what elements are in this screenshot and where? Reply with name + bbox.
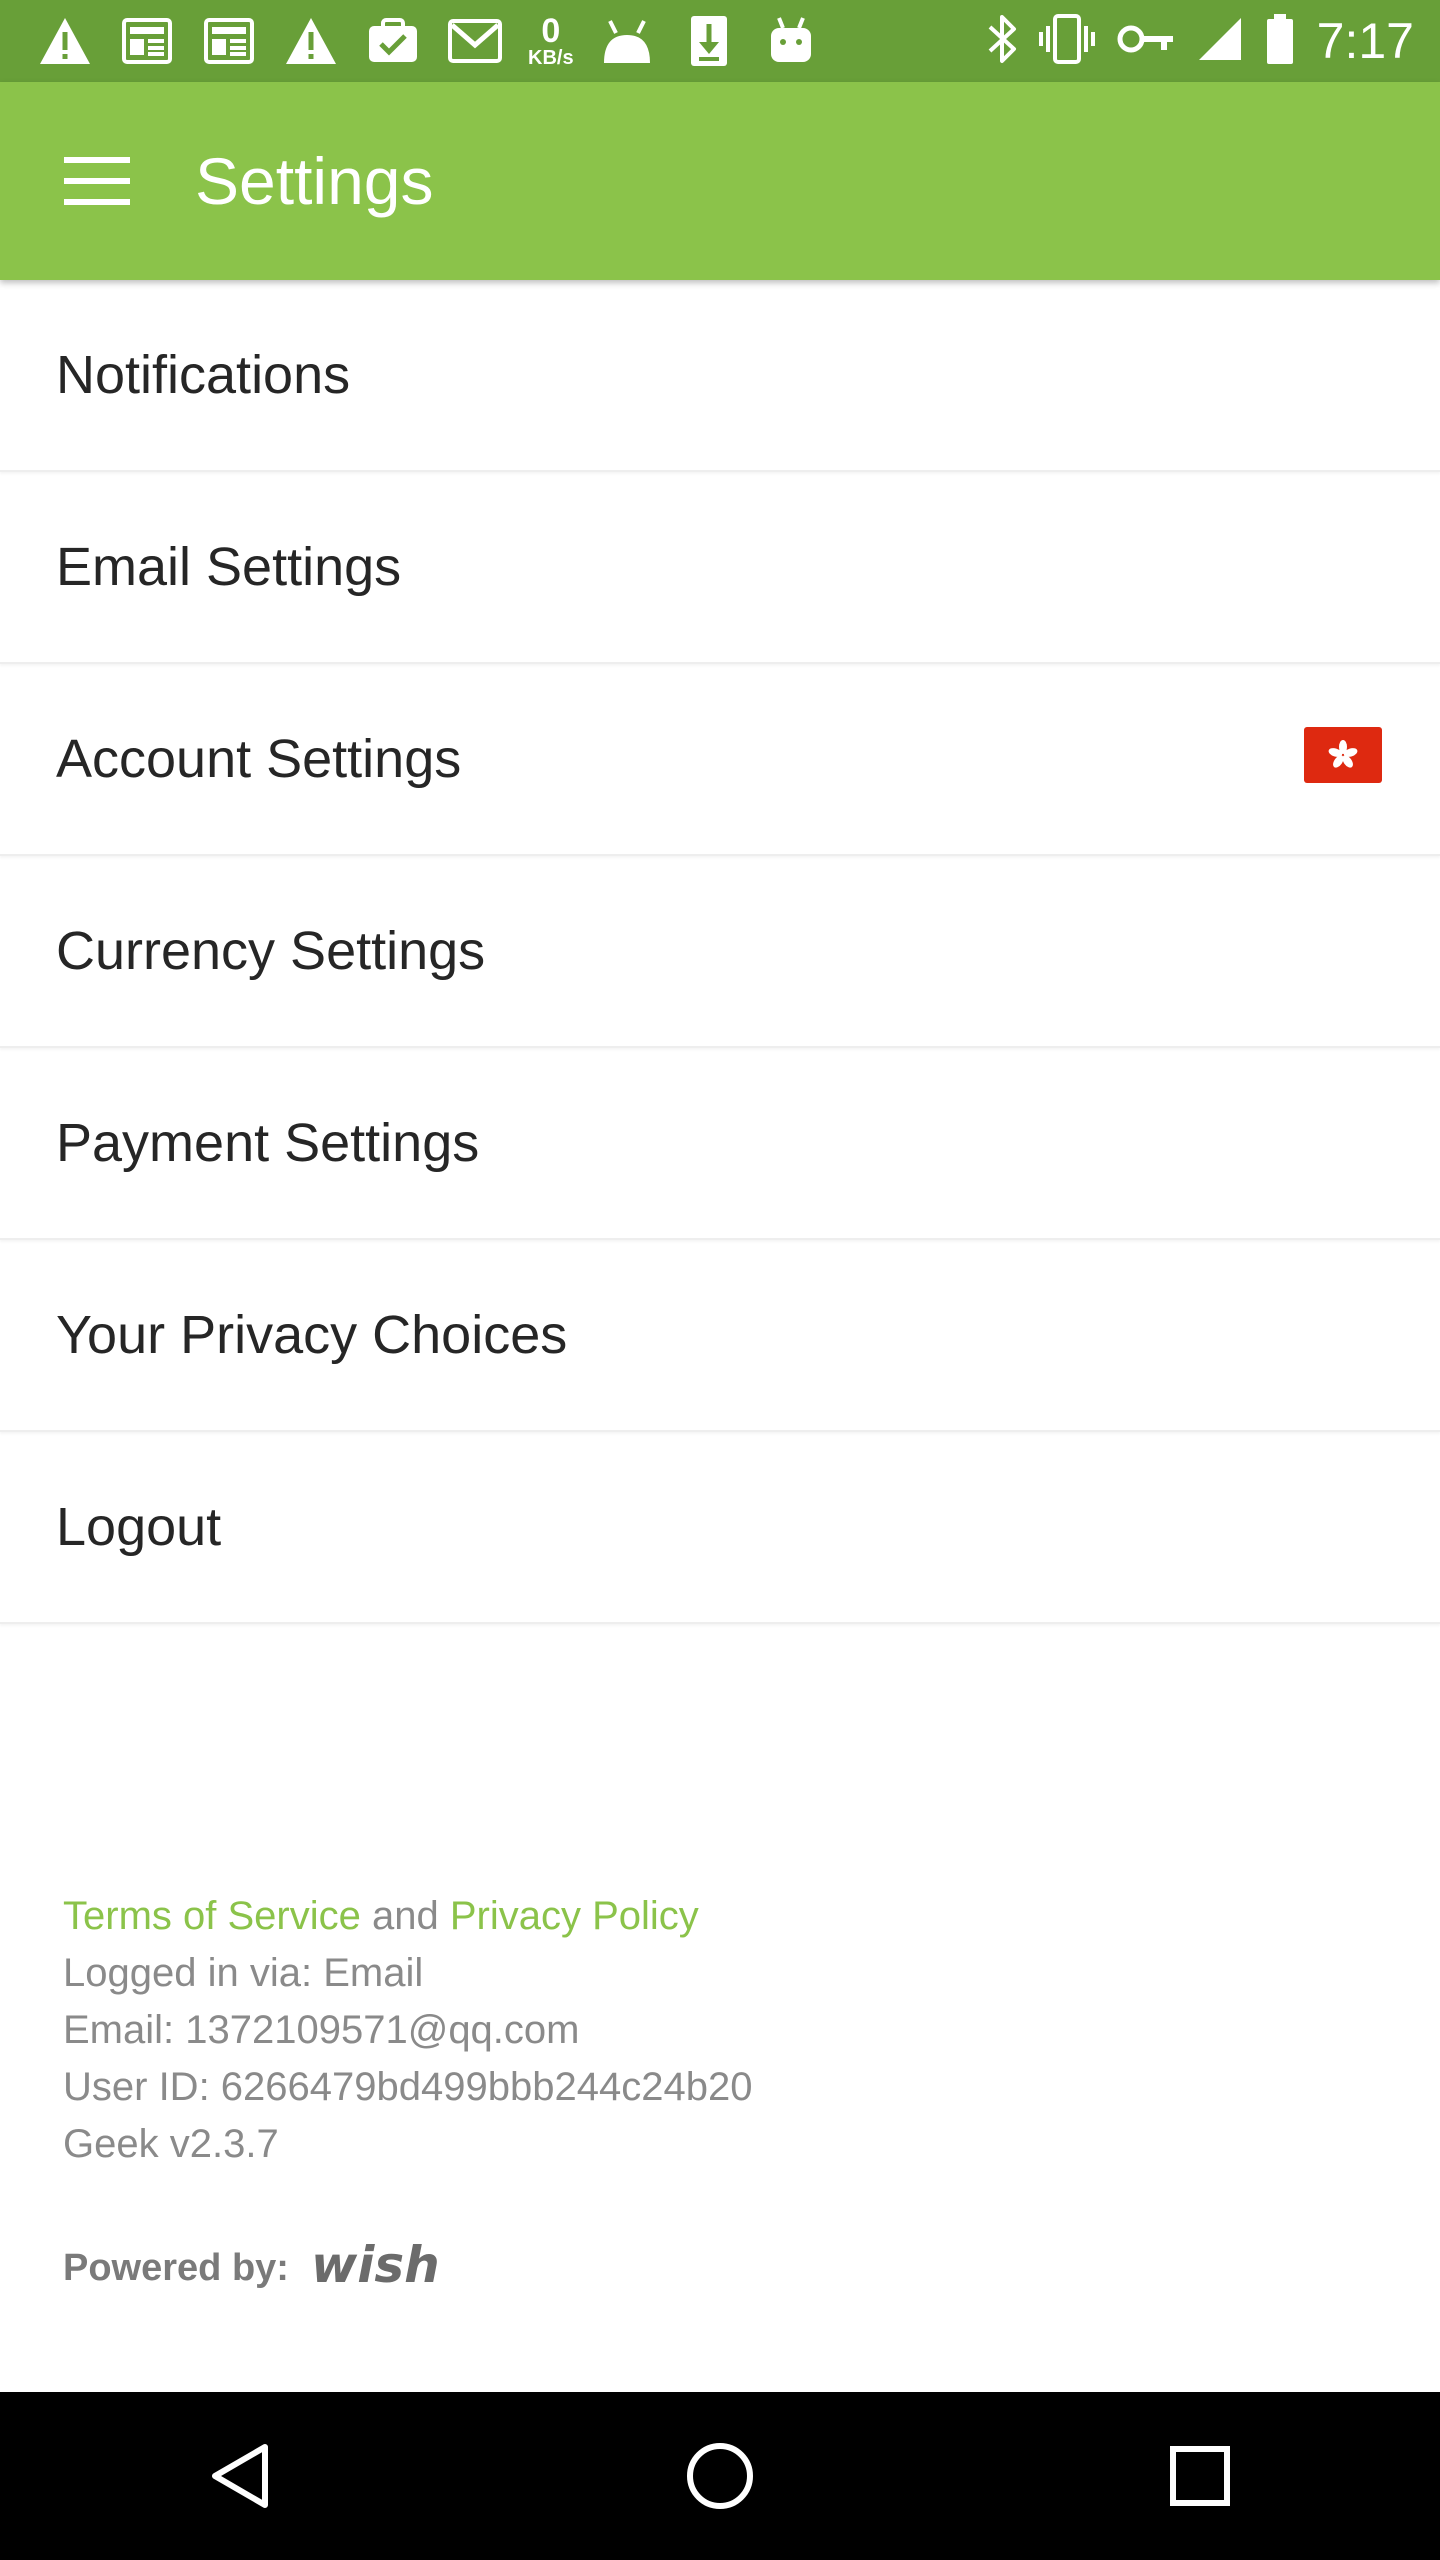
news-icon (200, 12, 258, 70)
home-circle-icon[interactable] (660, 2416, 780, 2536)
account-email: Email: 1372109571@qq.com (63, 2008, 580, 2052)
settings-item-currency[interactable]: Currency Settings (0, 856, 1440, 1048)
notification-icons: 0 KB/s (36, 12, 820, 70)
settings-item-label: Currency Settings (56, 921, 486, 981)
bluetooth-icon (987, 13, 1017, 70)
android-icon (598, 12, 656, 70)
warning-icon (36, 12, 94, 70)
speed-unit: KB/s (528, 47, 574, 69)
download-icon (680, 12, 738, 70)
speed-indicator: 0 KB/s (528, 14, 574, 68)
user-id: User ID: 6266479bd499bbb244c24b20 (63, 2065, 753, 2109)
key-icon (1117, 22, 1175, 61)
speed-value: 0 (541, 12, 561, 50)
android-icon (762, 12, 820, 70)
settings-item-label: Email Settings (56, 537, 402, 597)
settings-item-privacy-choices[interactable]: Your Privacy Choices (0, 1240, 1440, 1432)
app-bar: Settings (0, 82, 1440, 280)
and-text: and (360, 1894, 450, 1938)
news-icon (118, 12, 176, 70)
settings-list: Notifications Email Settings Account Set… (0, 280, 1440, 1624)
settings-item-label: Payment Settings (56, 1113, 480, 1173)
settings-item-notifications[interactable]: Notifications (0, 280, 1440, 472)
settings-item-label: Logout (56, 1497, 222, 1557)
settings-item-label: Account Settings (56, 729, 462, 789)
powered-by-label: Powered by: (63, 2247, 289, 2289)
warning-icon (282, 12, 340, 70)
status-bar: 0 KB/s 7:17 (0, 0, 1440, 82)
wish-logo: wish (309, 2236, 449, 2297)
vibrate-icon (1038, 13, 1095, 69)
hamburger-menu-icon[interactable] (47, 131, 147, 231)
settings-item-label: Your Privacy Choices (56, 1305, 568, 1365)
settings-item-label: Notifications (56, 345, 351, 405)
system-status-icons: 7:17 (987, 12, 1414, 71)
signal-icon (1197, 16, 1243, 67)
recents-square-icon[interactable] (1140, 2416, 1260, 2536)
clock: 7:17 (1316, 13, 1414, 69)
system-nav-bar (0, 2392, 1440, 2560)
settings-item-payment[interactable]: Payment Settings (0, 1048, 1440, 1240)
svg-text:wish: wish (311, 2240, 440, 2292)
privacy-policy-link[interactable]: Privacy Policy (450, 1894, 699, 1938)
back-triangle-icon[interactable] (180, 2416, 300, 2536)
gmail-icon (446, 12, 504, 70)
terms-of-service-link[interactable]: Terms of Service (63, 1894, 361, 1938)
settings-item-logout[interactable]: Logout (0, 1432, 1440, 1624)
logged-in-via: Logged in via: Email (63, 1951, 424, 1995)
powered-by: Powered by: wish (63, 2236, 449, 2297)
settings-item-account[interactable]: Account Settings (0, 664, 1440, 856)
account-info-footer: Terms of Service and Privacy Policy Logg… (63, 1888, 1363, 2173)
clipboard-check-icon (364, 12, 422, 70)
battery-icon (1265, 12, 1295, 71)
hong-kong-flag-icon (1304, 727, 1382, 783)
settings-item-email[interactable]: Email Settings (0, 472, 1440, 664)
page-title: Settings (195, 144, 434, 218)
legal-links: Terms of Service and Privacy Policy (63, 1888, 1363, 1945)
app-version: Geek v2.3.7 (63, 2122, 279, 2166)
